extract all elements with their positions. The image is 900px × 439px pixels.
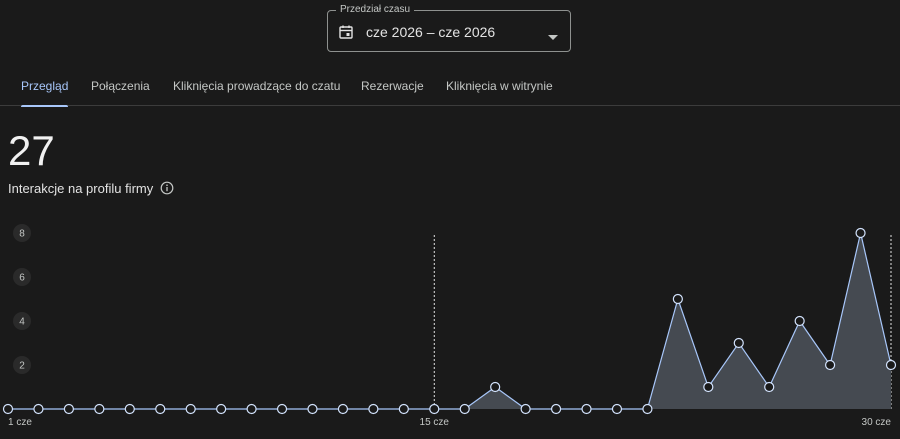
tab-calls[interactable]: Połączenia [91, 66, 150, 106]
y-tick-badge [13, 312, 31, 330]
data-point[interactable] [398, 403, 409, 415]
date-range-label: Przedział czasu [336, 3, 415, 17]
tab-label: Rezerwacje [361, 79, 424, 93]
metric-label: Interakcje na profilu firmy [8, 181, 154, 196]
data-point[interactable] [307, 403, 318, 415]
calendar-icon [338, 24, 354, 40]
data-point[interactable] [490, 381, 501, 393]
data-point[interactable] [185, 403, 196, 415]
data-point[interactable] [611, 403, 623, 415]
dropdown-arrow-icon [548, 28, 558, 40]
y-tick-label: 2 [19, 361, 25, 372]
tab-label: Kliknięcia prowadzące do czatu [173, 79, 341, 93]
y-tick-label: 6 [19, 273, 25, 284]
data-point[interactable] [337, 403, 349, 415]
page: Przedział czasu cze 2026 – cze 2026 Prze… [0, 0, 900, 439]
y-tick-label: 4 [19, 317, 25, 328]
data-point[interactable] [703, 381, 714, 393]
data-point[interactable] [429, 403, 440, 415]
data-point[interactable] [276, 403, 288, 415]
data-point[interactable] [155, 403, 166, 415]
info-icon[interactable] [160, 181, 174, 195]
chart-line [8, 232, 892, 410]
x-tick-label: 1 cze [8, 417, 32, 428]
x-tick-label: 30 cze [862, 417, 892, 428]
tab-overview[interactable]: Przegląd [21, 66, 69, 107]
tab-bookings[interactable]: Rezerwacje [361, 66, 424, 106]
date-range-value: cze 2026 – cze 2026 [366, 24, 496, 40]
data-point[interactable] [33, 403, 44, 415]
data-point[interactable] [63, 403, 74, 415]
data-point[interactable] [520, 403, 531, 415]
data-point[interactable] [855, 227, 866, 239]
y-tick-badge [13, 268, 31, 286]
data-point[interactable] [124, 403, 135, 415]
tab-label: Połączenia [91, 79, 150, 93]
tab-label: Przegląd [21, 79, 69, 93]
y-tick-label: 8 [19, 229, 25, 240]
tab-label: Kliknięcia w witrynie [446, 79, 553, 93]
data-point[interactable] [550, 403, 562, 415]
active-tab-indicator [21, 105, 69, 107]
data-point[interactable] [885, 359, 897, 371]
data-point[interactable] [581, 403, 592, 415]
tab-website-clicks[interactable]: Kliknięcia w witrynie [446, 66, 553, 106]
data-point[interactable] [764, 381, 775, 393]
data-point[interactable] [794, 315, 805, 327]
data-point[interactable] [2, 403, 14, 415]
data-point[interactable] [216, 403, 227, 415]
data-point[interactable] [368, 403, 379, 415]
data-point[interactable] [825, 359, 836, 371]
data-point[interactable] [642, 403, 653, 415]
y-tick-badge [13, 224, 31, 242]
data-point[interactable] [459, 403, 470, 415]
metric-value: 27 [8, 127, 55, 174]
data-point[interactable] [733, 337, 744, 349]
date-range-select[interactable]: Przedział czasu cze 2026 – cze 2026 [327, 3, 571, 52]
data-point[interactable] [672, 293, 683, 305]
data-point[interactable] [94, 403, 105, 415]
y-tick-badge [13, 356, 31, 374]
chart-area [8, 233, 891, 409]
data-point[interactable] [246, 403, 257, 415]
x-tick-label: 15 cze [420, 417, 450, 428]
tab-chat-clicks[interactable]: Kliknięcia prowadzące do czatu [173, 66, 340, 106]
tab-bar: Przegląd Połączenia Kliknięcia prowadząc… [0, 66, 900, 107]
